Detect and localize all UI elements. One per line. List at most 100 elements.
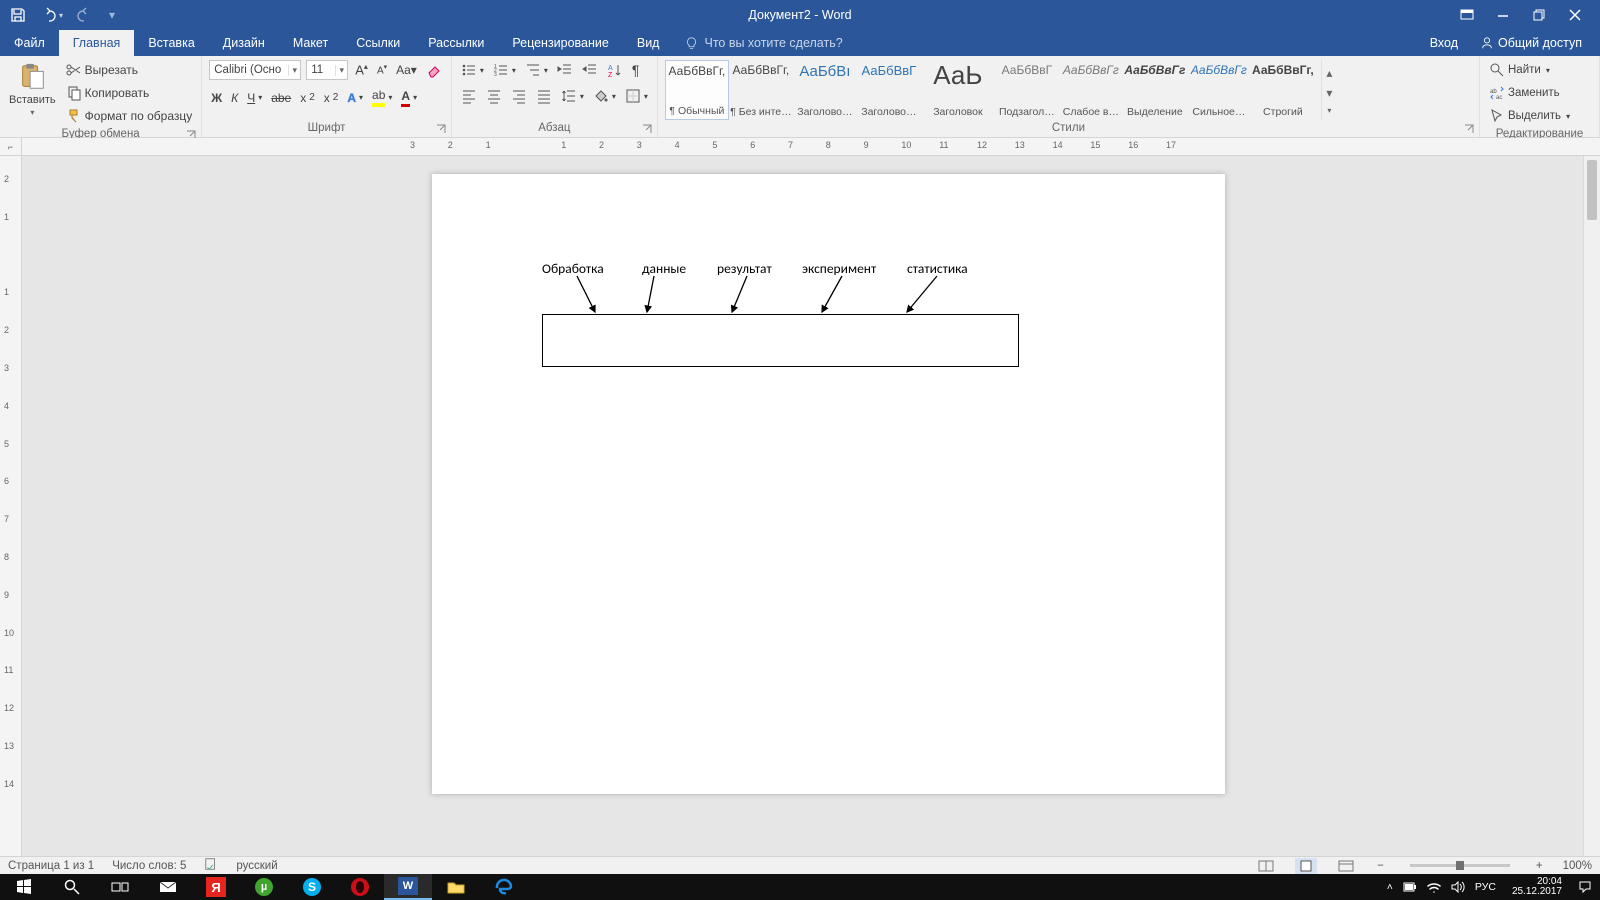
justify-button[interactable] (534, 86, 554, 106)
horizontal-ruler[interactable]: 3211234567891011121314151617 (22, 138, 1600, 155)
numbering-button[interactable]: 123▾ (491, 60, 518, 80)
start-button[interactable] (0, 874, 48, 900)
shrink-font-button[interactable]: A▾ (375, 61, 389, 78)
dialog-launcher-icon[interactable] (642, 124, 652, 134)
style-no-spacing[interactable]: АаБбВвГг,¶ Без инте… (729, 60, 793, 120)
status-language[interactable]: русский (236, 860, 277, 872)
superscript-button[interactable]: x2 (322, 89, 341, 107)
status-proofing[interactable] (204, 857, 218, 874)
style-heading2[interactable]: АаБбВвГЗаголово… (857, 60, 921, 120)
style-intense-emphasis[interactable]: АаБбВвГгСильное… (1187, 60, 1251, 120)
format-painter-button[interactable]: Формат по образцу (64, 106, 195, 126)
style-normal[interactable]: АаБбВвГг,¶ Обычный (665, 60, 729, 120)
align-center-button[interactable] (484, 86, 504, 106)
font-color-button[interactable]: A▾ (399, 87, 419, 109)
ribbon-display-options[interactable] (1458, 6, 1476, 24)
align-right-button[interactable] (509, 86, 529, 106)
tab-insert[interactable]: Вставка (134, 30, 208, 56)
tab-design[interactable]: Дизайн (209, 30, 279, 56)
style-subtle-emphasis[interactable]: АаБбВвГгСлабое в… (1059, 60, 1123, 120)
decrease-indent-button[interactable] (555, 60, 575, 80)
text-effects-button[interactable]: A▾ (345, 89, 365, 107)
vertical-ruler[interactable]: 211234567891011121314 (0, 156, 22, 856)
taskbar-opera[interactable] (336, 874, 384, 900)
borders-button[interactable]: ▾ (623, 86, 650, 106)
status-word-count[interactable]: Число слов: 5 (112, 860, 186, 872)
taskbar-word[interactable]: W (384, 874, 432, 900)
shading-button[interactable]: ▾ (591, 86, 618, 106)
view-read-mode[interactable] (1255, 858, 1277, 874)
sign-in-link[interactable]: Вход (1420, 36, 1468, 50)
qat-customize[interactable]: ▾ (105, 8, 119, 22)
style-subtitle[interactable]: АаБбВвГПодзагол… (995, 60, 1059, 120)
tab-file[interactable]: Файл (0, 30, 59, 56)
task-view-button[interactable] (96, 874, 144, 900)
taskbar-edge[interactable] (480, 874, 528, 900)
minimize-button[interactable] (1494, 6, 1512, 24)
tab-references[interactable]: Ссылки (342, 30, 414, 56)
taskbar-explorer[interactable] (432, 874, 480, 900)
tell-me-search[interactable]: Что вы хотите сделать? (673, 30, 854, 56)
italic-button[interactable]: К (229, 89, 240, 107)
tray-chevron-up[interactable]: ˄ (1387, 881, 1393, 893)
tab-layout[interactable]: Макет (279, 30, 342, 56)
line-spacing-button[interactable]: ▾ (559, 86, 586, 106)
battery-icon[interactable] (1403, 881, 1417, 893)
restore-button[interactable] (1530, 6, 1548, 24)
tab-review[interactable]: Рецензирование (498, 30, 623, 56)
document-area[interactable]: Обработка данные результат эксперимент с… (22, 156, 1583, 856)
taskbar-mail[interactable] (144, 874, 192, 900)
tray-language[interactable]: РУС (1475, 881, 1496, 893)
show-marks-button[interactable]: ¶ (630, 60, 642, 80)
strikethrough-button[interactable]: abe (269, 89, 293, 107)
undo-button[interactable]: ▾ (38, 5, 65, 25)
zoom-level[interactable]: 100% (1563, 860, 1592, 872)
taskbar-yandex[interactable]: Я (192, 874, 240, 900)
volume-icon[interactable] (1451, 881, 1465, 893)
search-button[interactable] (48, 874, 96, 900)
close-button[interactable] (1566, 6, 1584, 24)
cut-button[interactable]: Вырезать (64, 60, 195, 80)
status-page[interactable]: Страница 1 из 1 (8, 860, 94, 872)
style-title[interactable]: АаЬЗаголовок (921, 60, 995, 120)
taskbar-skype[interactable]: S (288, 874, 336, 900)
paste-button[interactable]: Вставить ▾ (7, 60, 58, 119)
view-web-layout[interactable] (1335, 858, 1357, 874)
vertical-scrollbar[interactable] (1583, 156, 1600, 856)
subscript-button[interactable]: x2 (298, 89, 317, 107)
sort-button[interactable]: AZ (605, 60, 625, 80)
change-case-button[interactable]: Aa▾ (394, 61, 419, 79)
share-button[interactable]: Общий доступ (1472, 36, 1590, 50)
dialog-launcher-icon[interactable] (436, 124, 446, 134)
zoom-slider[interactable] (1410, 864, 1510, 867)
font-name-combo[interactable]: Calibri (Осно▾ (209, 60, 301, 80)
font-size-combo[interactable]: 11▾ (306, 60, 348, 80)
bold-button[interactable]: Ж (209, 89, 224, 107)
tab-view[interactable]: Вид (623, 30, 674, 56)
dialog-launcher-icon[interactable] (1464, 124, 1474, 134)
copy-button[interactable]: Копировать (64, 83, 195, 103)
action-center-icon[interactable] (1578, 880, 1592, 894)
find-button[interactable]: Найти▾ (1487, 60, 1572, 80)
clear-formatting-button[interactable] (424, 60, 444, 80)
drawing-rectangle[interactable] (542, 314, 1019, 367)
styles-scroll[interactable]: ▴▾▾ (1321, 60, 1337, 120)
select-button[interactable]: Выделить▾ (1487, 106, 1572, 126)
tab-mailings[interactable]: Рассылки (414, 30, 498, 56)
zoom-in-button[interactable]: + (1534, 858, 1545, 874)
redo-button[interactable] (75, 5, 95, 25)
align-left-button[interactable] (459, 86, 479, 106)
increase-indent-button[interactable] (580, 60, 600, 80)
save-button[interactable] (8, 5, 28, 25)
bullets-button[interactable]: ▾ (459, 60, 486, 80)
zoom-out-button[interactable]: − (1375, 858, 1386, 874)
style-strong[interactable]: АаБбВвГг,Строгий (1251, 60, 1315, 120)
multilevel-list-button[interactable]: ▾ (523, 60, 550, 80)
style-heading1[interactable]: АаБбВıЗаголово… (793, 60, 857, 120)
grow-font-button[interactable]: A▴ (353, 60, 370, 79)
wifi-icon[interactable] (1427, 881, 1441, 893)
style-emphasis[interactable]: АаБбВвГгВыделение (1123, 60, 1187, 120)
highlight-button[interactable]: ab▾ (370, 86, 394, 109)
replace-button[interactable]: abacЗаменить (1487, 83, 1572, 103)
tray-clock[interactable]: 20:04 25.12.2017 (1506, 877, 1568, 898)
